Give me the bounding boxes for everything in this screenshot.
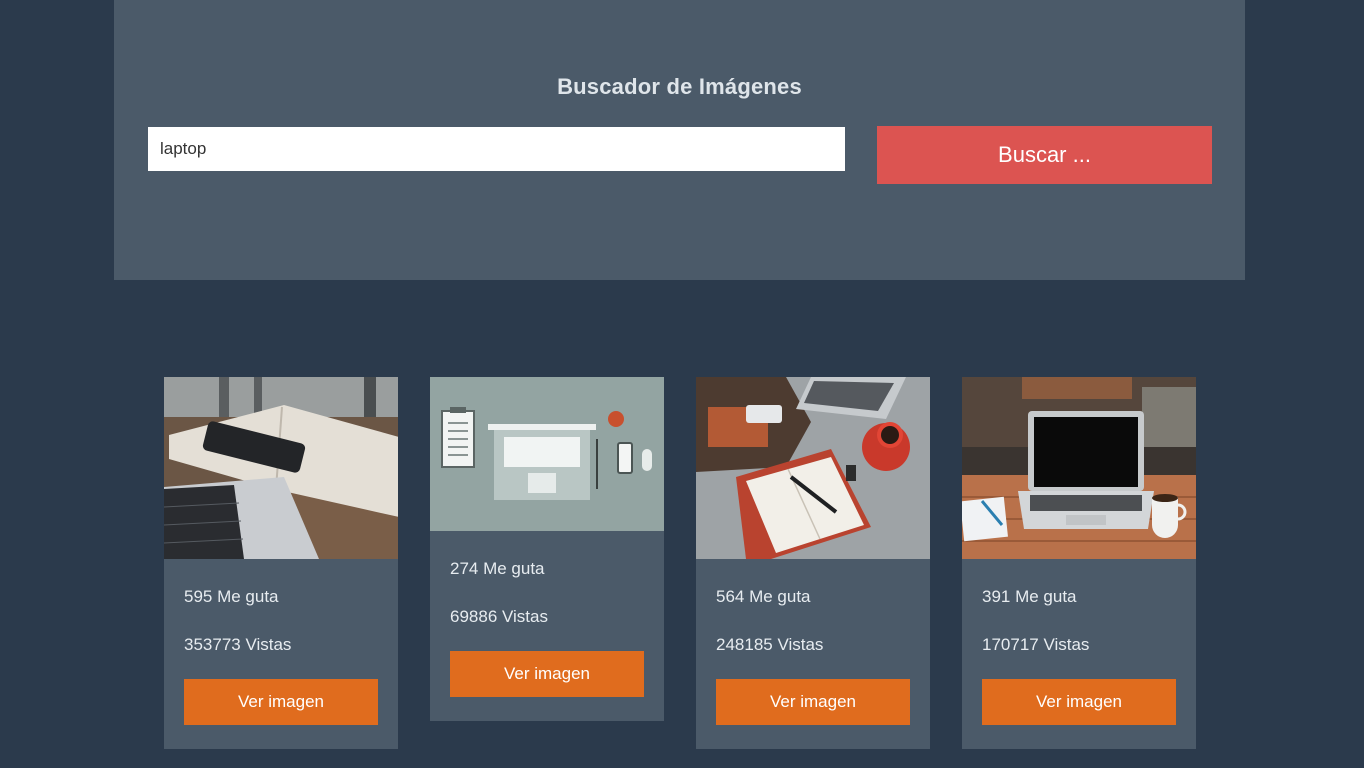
likes-count: 391 Me guta: [982, 587, 1077, 606]
result-image[interactable]: [430, 377, 664, 531]
result-card: 391 Me guta 170717 Vistas Ver imagen: [962, 377, 1196, 749]
view-image-button[interactable]: Ver imagen: [982, 679, 1176, 725]
view-image-button[interactable]: Ver imagen: [716, 679, 910, 725]
views-count: 353773 Vistas: [184, 635, 292, 654]
result-image[interactable]: [962, 377, 1196, 559]
likes-count: 564 Me guta: [716, 587, 811, 606]
result-image[interactable]: [164, 377, 398, 559]
result-card: 595 Me guta 353773 Vistas Ver imagen: [164, 377, 398, 749]
view-image-button[interactable]: Ver imagen: [184, 679, 378, 725]
likes-count: 274 Me guta: [450, 559, 545, 578]
result-card: 274 Me guta 69886 Vistas Ver imagen: [430, 377, 664, 721]
views-count: 170717 Vistas: [982, 635, 1090, 654]
search-button[interactable]: Buscar ...: [877, 126, 1212, 184]
result-card: 564 Me guta 248185 Vistas Ver imagen: [696, 377, 930, 749]
search-header: Buscador de Imágenes Buscar ...: [114, 0, 1245, 280]
result-image[interactable]: [696, 377, 930, 559]
views-count: 69886 Vistas: [450, 607, 548, 626]
search-input[interactable]: [148, 127, 845, 171]
view-image-button[interactable]: Ver imagen: [450, 651, 644, 697]
views-count: 248185 Vistas: [716, 635, 824, 654]
likes-count: 595 Me guta: [184, 587, 279, 606]
page-title: Buscador de Imágenes: [557, 74, 802, 99]
